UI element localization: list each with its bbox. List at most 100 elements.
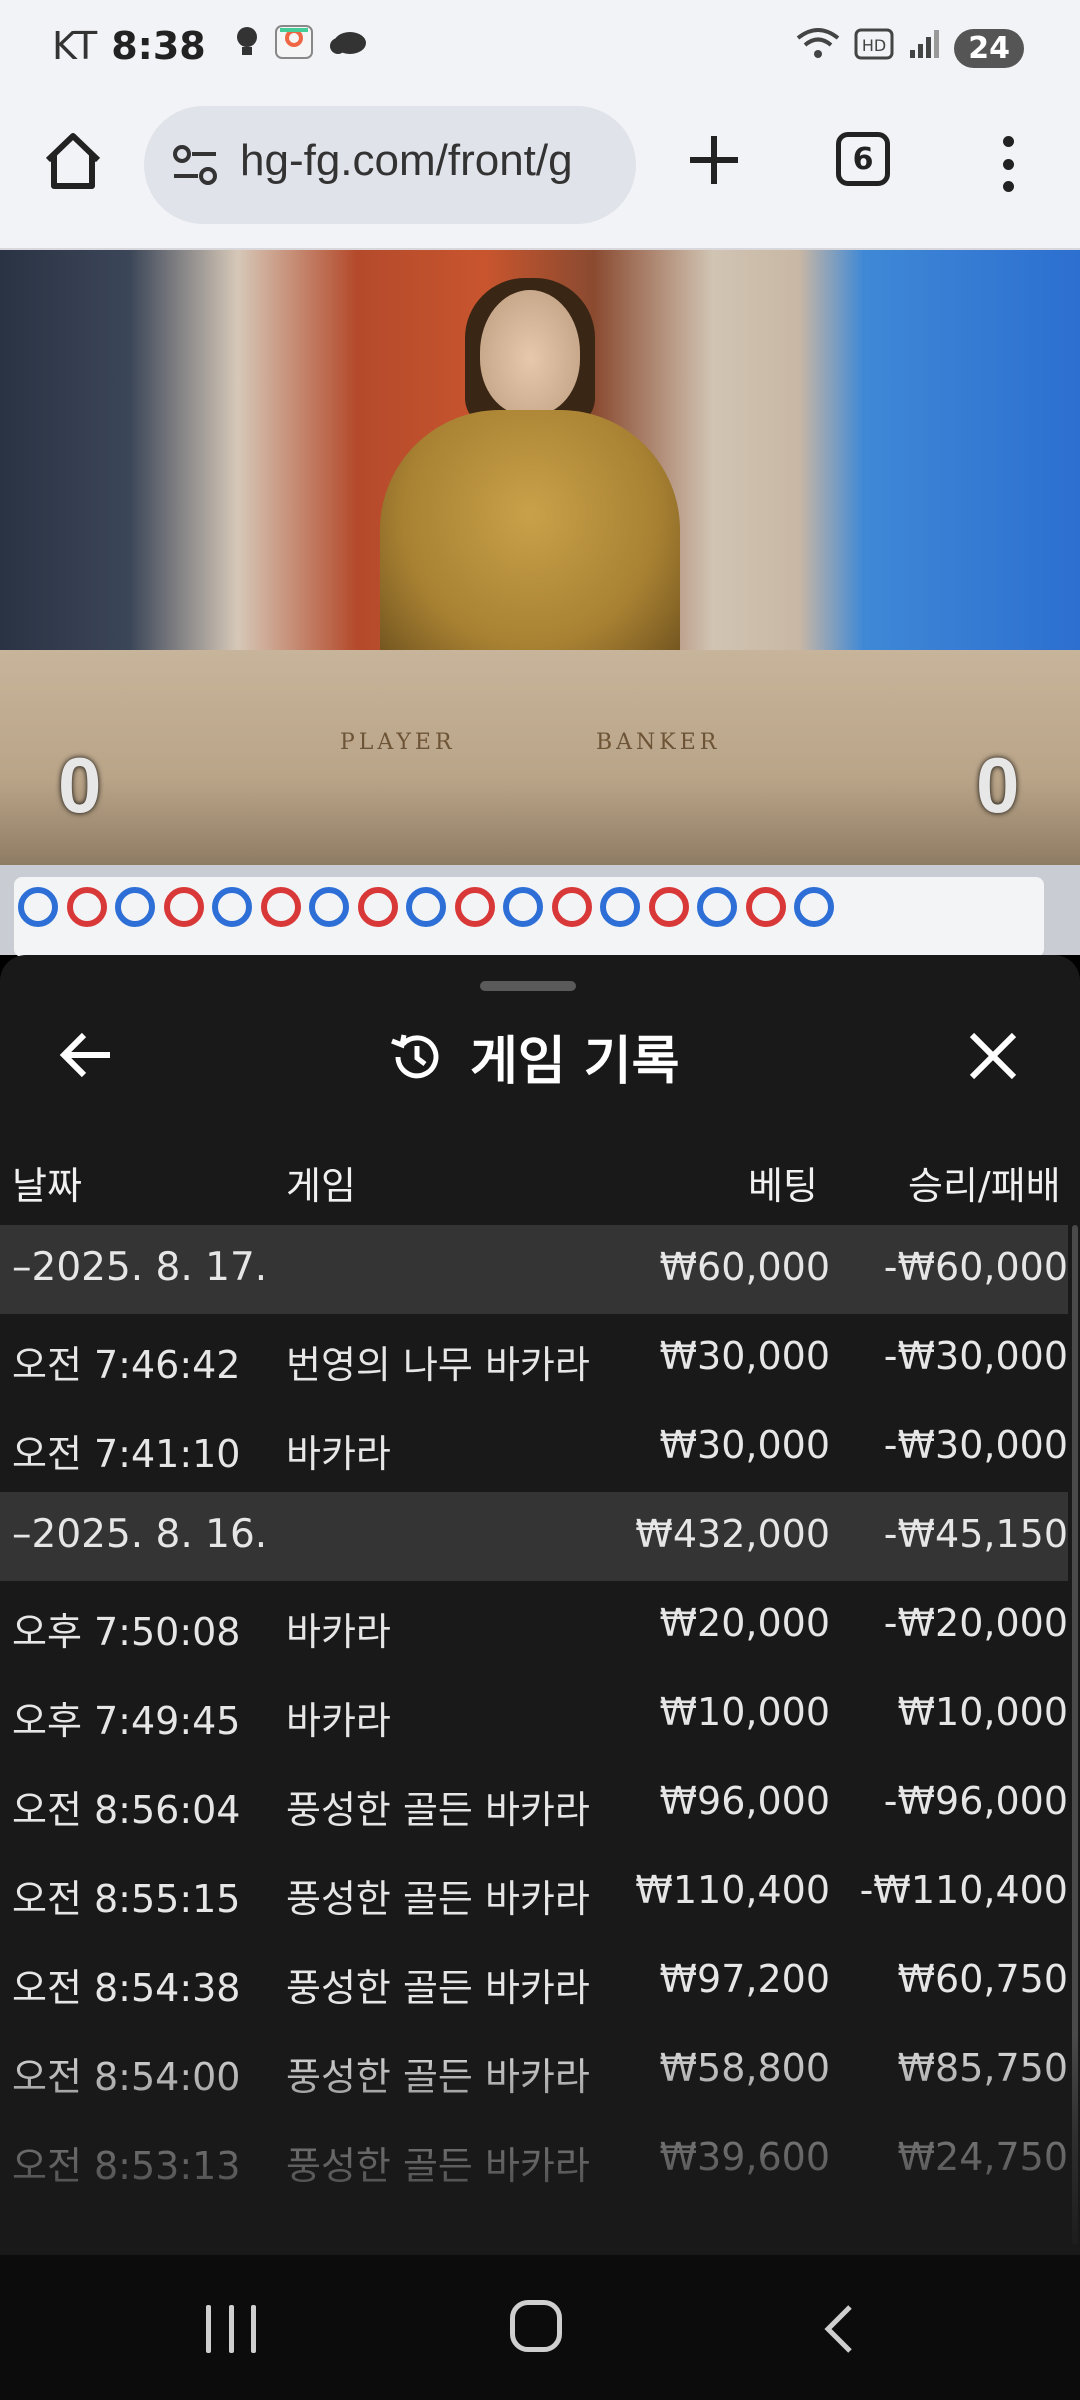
recent-apps-icon[interactable] bbox=[206, 2305, 256, 2353]
row-result: ₩10,000 bbox=[897, 1690, 1068, 1734]
bead-road bbox=[14, 877, 1044, 957]
column-header-date: 날짜 bbox=[12, 1164, 82, 1208]
drag-handle[interactable] bbox=[480, 981, 576, 991]
row-bet: ₩96,000 bbox=[659, 1779, 830, 1823]
history-row: 오전 8:53:13 풍성한 골든 바카라 ₩39,600 ₩24,750 bbox=[0, 2115, 1068, 2204]
status-bar: KT 8:38 HD 24 bbox=[0, 0, 1080, 98]
history-row: 오전 8:54:00 풍성한 골든 바카라 ₩58,800 ₩85,750 bbox=[0, 2026, 1068, 2115]
row-time: 오전 8:53:13 bbox=[12, 2144, 241, 2188]
row-result: -₩110,400 bbox=[859, 1868, 1068, 1912]
row-bet: ₩58,800 bbox=[659, 2046, 830, 2090]
banker-bead bbox=[745, 887, 786, 927]
close-icon[interactable] bbox=[962, 1025, 1024, 1087]
hd-voice-icon: HD bbox=[854, 28, 894, 68]
carrier-label: KT bbox=[52, 24, 98, 68]
row-time: 오전 7:41:10 bbox=[12, 1432, 241, 1476]
history-row: 오전 8:54:38 풍성한 골든 바카라 ₩97,200 ₩60,750 bbox=[0, 1937, 1068, 2026]
player-score: 0 bbox=[58, 741, 102, 829]
row-bet: ₩432,000 bbox=[635, 1512, 830, 1556]
row-bet: ₩110,400 bbox=[635, 1868, 830, 1912]
svg-text:HD: HD bbox=[862, 36, 886, 55]
wifi-icon bbox=[796, 26, 840, 70]
row-time: 오전 8:54:00 bbox=[12, 2055, 241, 2099]
panel-title: 게임 기록 bbox=[470, 1032, 680, 1092]
table-player-label: PLAYER bbox=[340, 730, 456, 755]
row-result: -₩20,000 bbox=[883, 1601, 1068, 1645]
home-icon[interactable] bbox=[40, 128, 106, 194]
system-navigation-bar bbox=[0, 2255, 1080, 2400]
row-bet: ₩30,000 bbox=[659, 1423, 830, 1467]
player-bead bbox=[115, 887, 155, 927]
tab-switcher-button[interactable]: 6 bbox=[836, 132, 890, 186]
row-time: 오전 8:56:04 bbox=[12, 1788, 241, 1832]
more-menu-icon[interactable] bbox=[990, 136, 1026, 192]
row-result: -₩30,000 bbox=[883, 1334, 1068, 1378]
live-video-stream[interactable]: PLAYER BANKER 0 0 bbox=[0, 250, 1080, 865]
banker-bead bbox=[357, 887, 398, 927]
signal-icon bbox=[908, 28, 940, 68]
player-bead bbox=[18, 887, 58, 927]
player-bead bbox=[309, 887, 349, 927]
site-settings-icon[interactable] bbox=[168, 138, 222, 192]
date-group-row[interactable]: –2025. 8. 16. ₩432,000 -₩45,150 bbox=[0, 1492, 1068, 1581]
row-time: 오후 7:49:45 bbox=[12, 1699, 241, 1743]
row-bet: ₩20,000 bbox=[659, 1601, 830, 1645]
row-result: ₩24,750 bbox=[897, 2135, 1068, 2179]
row-game: 풍성한 골든 바카라 bbox=[286, 1966, 590, 2010]
row-bet: ₩60,000 bbox=[659, 1245, 830, 1289]
column-header-game: 게임 bbox=[286, 1164, 356, 1208]
new-tab-icon[interactable] bbox=[684, 130, 744, 190]
road-map bbox=[0, 865, 1080, 957]
history-row: 오후 7:50:08 바카라 ₩20,000 -₩20,000 bbox=[0, 1581, 1068, 1670]
player-bead bbox=[503, 887, 543, 927]
clock: 8:38 bbox=[111, 24, 206, 68]
player-bead bbox=[697, 887, 737, 927]
banker-bead bbox=[66, 887, 107, 927]
game-history-panel: 게임 기록 날짜 게임 베팅 승리/패배 –2025. 8. 17. ₩60,00… bbox=[0, 955, 1080, 2255]
dealer-face bbox=[480, 290, 580, 415]
battery-level: 24 bbox=[954, 28, 1024, 68]
row-game: 번영의 나무 바카라 bbox=[286, 1343, 590, 1387]
row-result: -₩30,000 bbox=[883, 1423, 1068, 1467]
player-bead bbox=[794, 887, 834, 927]
row-bet: ₩30,000 bbox=[659, 1334, 830, 1378]
banker-bead bbox=[163, 887, 204, 927]
history-row: 오전 7:46:42 번영의 나무 바카라 ₩30,000 -₩30,000 bbox=[0, 1314, 1068, 1403]
row-result: -₩96,000 bbox=[883, 1779, 1068, 1823]
url-text[interactable]: hg-fg.com/front/g bbox=[240, 136, 573, 186]
row-bet: ₩39,600 bbox=[659, 2135, 830, 2179]
lightbulb-icon bbox=[234, 25, 260, 67]
back-nav-icon[interactable] bbox=[818, 2299, 858, 2359]
back-arrow-icon[interactable] bbox=[56, 1025, 116, 1085]
row-result: ₩85,750 bbox=[897, 2046, 1068, 2090]
history-icon bbox=[386, 1027, 446, 1087]
date-group-row[interactable]: –2025. 8. 17. ₩60,000 -₩60,000 bbox=[0, 1225, 1068, 1314]
location-app-icon bbox=[274, 24, 314, 68]
banker-bead bbox=[454, 887, 495, 927]
banker-score: 0 bbox=[976, 741, 1020, 829]
column-header-bet: 베팅 bbox=[748, 1164, 818, 1208]
row-result: ₩60,750 bbox=[897, 1957, 1068, 2001]
row-game: 풍성한 골든 바카라 bbox=[286, 1877, 590, 1921]
row-game: 바카라 bbox=[286, 1699, 391, 1743]
dealer-body bbox=[380, 410, 680, 670]
row-game: 풍성한 골든 바카라 bbox=[286, 1788, 590, 1832]
history-row: 오후 7:49:45 바카라 ₩10,000 ₩10,000 bbox=[0, 1670, 1068, 1759]
row-result: -₩45,150 bbox=[883, 1512, 1068, 1556]
home-nav-icon[interactable] bbox=[510, 2300, 562, 2352]
history-row: 오전 7:41:10 바카라 ₩30,000 -₩30,000 bbox=[0, 1403, 1068, 1492]
history-list: –2025. 8. 17. ₩60,000 -₩60,000 오전 7:46:42 번영… bbox=[0, 1225, 1080, 2204]
row-bet: ₩97,200 bbox=[659, 1957, 830, 2001]
row-time: 오전 8:55:15 bbox=[12, 1877, 241, 1921]
player-bead bbox=[212, 887, 252, 927]
group-date: –2025. 8. 17. bbox=[12, 1245, 268, 1290]
scrollbar[interactable] bbox=[1072, 1225, 1078, 2245]
row-result: -₩60,000 bbox=[883, 1245, 1068, 1289]
address-bar[interactable]: hg-fg.com/front/g bbox=[144, 106, 636, 224]
table-banker-label: BANKER bbox=[596, 730, 721, 755]
row-time: 오전 8:54:38 bbox=[12, 1966, 241, 2010]
history-row: 오전 8:55:15 풍성한 골든 바카라 ₩110,400 -₩110,400 bbox=[0, 1848, 1068, 1937]
row-time: 오후 7:50:08 bbox=[12, 1610, 241, 1654]
row-bet: ₩10,000 bbox=[659, 1690, 830, 1734]
column-header-win-loss: 승리/패배 bbox=[908, 1164, 1061, 1208]
